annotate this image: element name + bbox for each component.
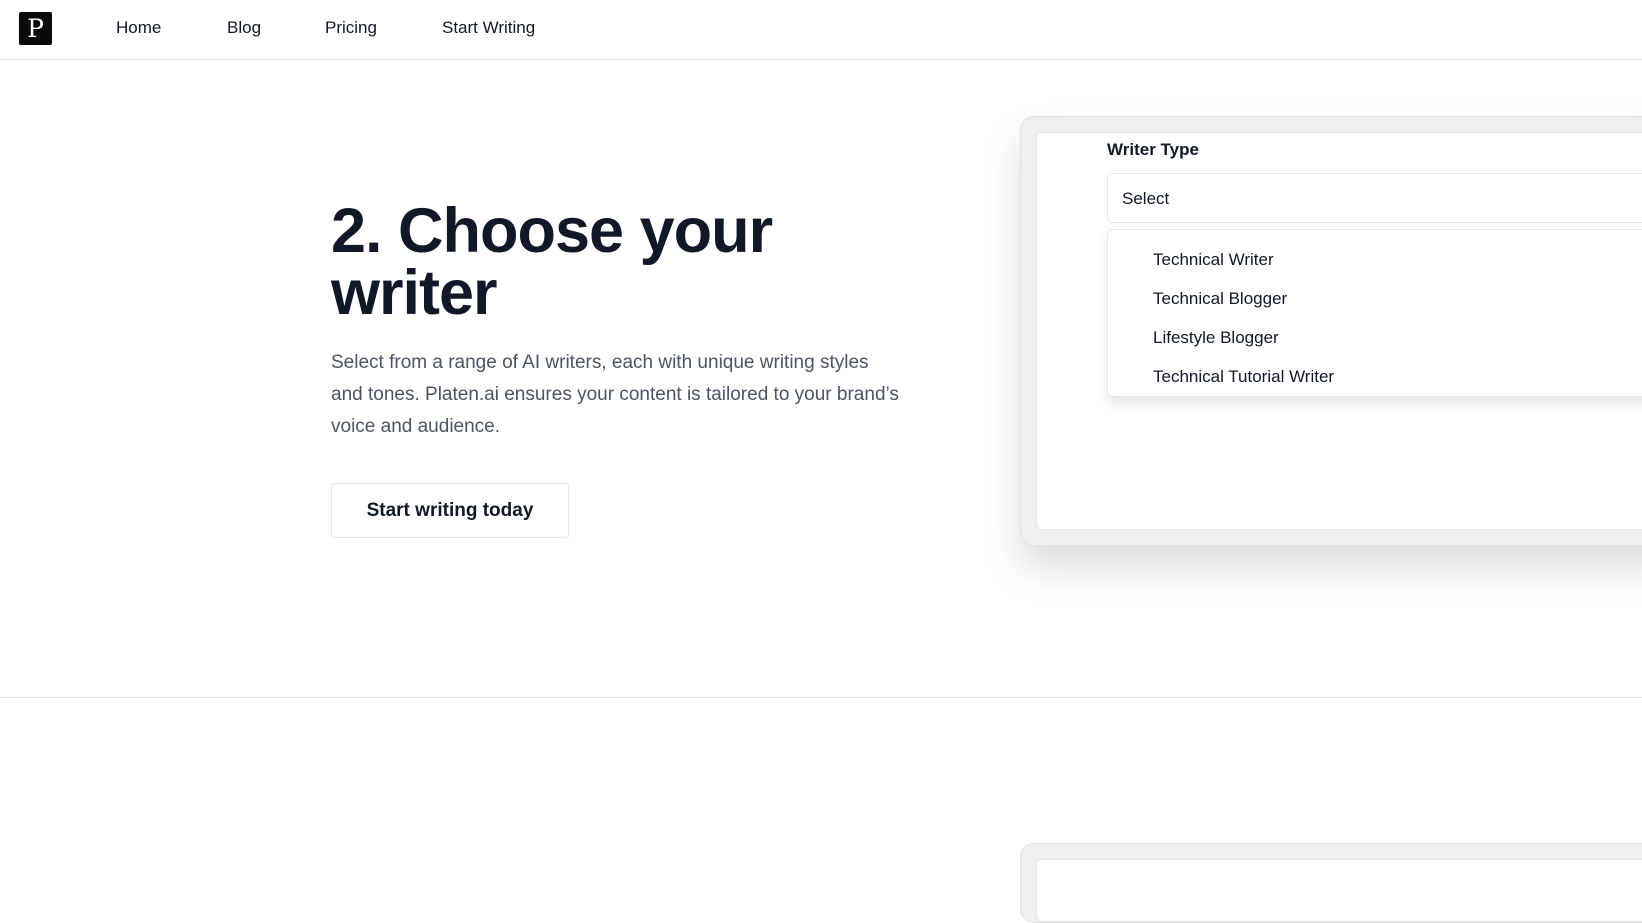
next-section-preview-frame <box>1020 843 1642 923</box>
writer-option-technical-tutorial-writer[interactable]: Technical Tutorial Writer <box>1108 357 1642 396</box>
nav-link-blog[interactable]: Blog <box>227 17 261 39</box>
writer-type-select-value: Select <box>1122 189 1170 208</box>
next-section-preview-panel <box>1036 859 1642 922</box>
hero-description: Select from a range of AI writers, each … <box>331 352 899 437</box>
writer-type-dropdown: Technical Writer Technical Blogger Lifes… <box>1107 229 1642 397</box>
page-title: 2. Choose your writer <box>331 196 773 328</box>
writer-option-technical-blogger[interactable]: Technical Blogger <box>1108 279 1642 318</box>
start-writing-button[interactable]: Start writing today <box>331 483 569 538</box>
writer-type-select[interactable]: Select <box>1107 173 1642 223</box>
writer-option-lifestyle-blogger[interactable]: Lifestyle Blogger <box>1108 318 1642 357</box>
logo[interactable]: P <box>19 12 52 45</box>
nav-link-start-writing[interactable]: Start Writing <box>442 17 535 39</box>
top-nav: P Home Blog Pricing Start Writing <box>0 0 1642 60</box>
writer-type-label: Writer Type <box>1107 140 1199 159</box>
section-divider <box>0 697 1642 698</box>
nav-link-pricing[interactable]: Pricing <box>325 17 377 39</box>
writer-option-technical-writer[interactable]: Technical Writer <box>1108 240 1642 279</box>
nav-link-home[interactable]: Home <box>116 17 161 39</box>
